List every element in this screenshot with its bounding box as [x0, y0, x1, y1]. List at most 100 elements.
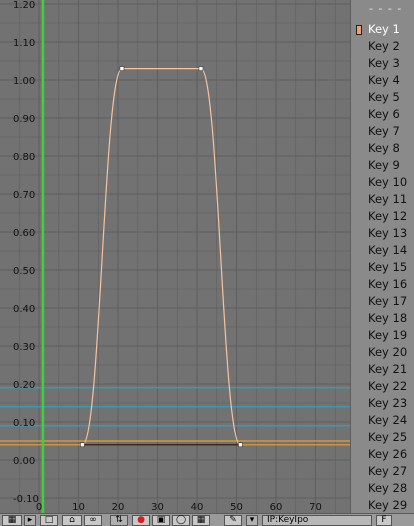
y-tick-label: 1.20 [13, 0, 35, 11]
home-icon[interactable]: ⌂ [62, 515, 82, 526]
key-item[interactable]: Key 18 [351, 310, 414, 327]
key-label: Key 1 [368, 22, 400, 36]
key-label: Key 7 [368, 124, 400, 138]
editor-type-button[interactable]: ▦ [2, 515, 22, 526]
key-item[interactable]: Key 7 [351, 123, 414, 140]
x-tick-label: 30 [151, 502, 164, 513]
key-item[interactable]: Key 2 [351, 38, 414, 55]
x-tick-label: 70 [309, 502, 322, 513]
key-item[interactable]: Key 1 [351, 21, 414, 38]
x-tick-label: 10 [72, 502, 85, 513]
y-tick-label: 0.70 [13, 190, 35, 201]
key-item[interactable]: Key 8 [351, 140, 414, 157]
key-label: Key 16 [368, 277, 408, 291]
key-item[interactable]: Key 17 [351, 293, 414, 310]
key-label: Key 2 [368, 39, 400, 53]
key-item[interactable]: Key 24 [351, 412, 414, 429]
key-item[interactable]: Key 5 [351, 89, 414, 106]
y-tick-label: 0.10 [13, 418, 35, 429]
curve-vertex[interactable] [119, 66, 125, 71]
key-label: Key 29 [368, 498, 408, 512]
key-item[interactable]: Key 14 [351, 242, 414, 259]
shape-key-list: - - - - Key 1 Key 2 Key 3 Key 4 Key 5 Key 6 Ke… [350, 0, 414, 513]
fake-user-button[interactable]: F [376, 515, 392, 526]
curve-plot[interactable]: 1.20 1.10 1.00 0.90 0.80 0.70 0.60 0.50 0.40 0.30… [0, 0, 350, 513]
key-item[interactable]: Key 4 [351, 72, 414, 89]
key-item[interactable]: Key 28 [351, 480, 414, 497]
key-color-swatch [356, 25, 362, 35]
key-item[interactable]: Key 6 [351, 106, 414, 123]
y-tick-label: 0.80 [13, 152, 35, 163]
y-tick-label: 0.50 [13, 266, 35, 277]
x-tick-label: 60 [270, 502, 283, 513]
key-item[interactable]: Key 27 [351, 463, 414, 480]
view-menu-button[interactable]: □ [40, 515, 58, 526]
record-icon[interactable]: ● [132, 515, 150, 526]
key-label: Key 26 [368, 447, 408, 461]
paste-icon[interactable]: ▦ [192, 515, 210, 526]
key-item[interactable]: Key 26 [351, 446, 414, 463]
key-label: Key 22 [368, 379, 408, 393]
key-label: Key 21 [368, 362, 408, 376]
key-label: Key 28 [368, 481, 408, 495]
key-label: Key 10 [368, 175, 408, 189]
key-label: Key 17 [368, 294, 408, 308]
key-item[interactable]: Key 19 [351, 327, 414, 344]
key-label: Key 5 [368, 90, 400, 104]
key-item[interactable]: Key 15 [351, 259, 414, 276]
key-item[interactable]: Key 20 [351, 344, 414, 361]
key-label: Key 6 [368, 107, 400, 121]
key-label: Key 15 [368, 260, 408, 274]
key-label: Key 18 [368, 311, 408, 325]
key-label: Key 25 [368, 430, 408, 444]
key-label: Key 9 [368, 158, 400, 172]
curve-vertex[interactable] [80, 442, 85, 448]
key-item[interactable]: Key 11 [351, 191, 414, 208]
key-label: Key 11 [368, 192, 408, 206]
key-label: Key 20 [368, 345, 408, 359]
y-tick-label: 0.00 [13, 456, 35, 467]
key-item[interactable]: Key 23 [351, 395, 414, 412]
key-item[interactable]: Key 21 [351, 361, 414, 378]
ipo-datablock-field[interactable]: IP:KeyIpo [262, 515, 372, 526]
x-tick-label: 40 [191, 502, 204, 513]
ipo-type-dropdown-icon[interactable]: ▾ [246, 515, 258, 526]
x-tick-label: 20 [112, 502, 125, 513]
y-tick-label: 0.20 [13, 380, 35, 391]
curve-vertex[interactable] [198, 66, 204, 71]
copy-icon[interactable]: ◯ [172, 515, 190, 526]
y-tick-label: 0.30 [13, 342, 35, 353]
key-label: Key 23 [368, 396, 408, 410]
key-item[interactable]: Key 3 [351, 55, 414, 72]
key-item[interactable]: Key 25 [351, 429, 414, 446]
curve-vertex[interactable] [238, 442, 243, 448]
key-label: Key 19 [368, 328, 408, 342]
y-tick-label: 0.40 [13, 304, 35, 315]
key-label: Key 27 [368, 464, 408, 478]
y-tick-label: 0.60 [13, 228, 35, 239]
ipo-editor: 1.20 1.10 1.00 0.90 0.80 0.70 0.60 0.50 0.40 0.30… [0, 0, 414, 526]
key-item[interactable]: Key 22 [351, 378, 414, 395]
menu-collapse-button[interactable]: ▸ [24, 515, 36, 526]
key-label: Key 12 [368, 209, 408, 223]
x-tick-label: 0 [36, 502, 42, 513]
key-item[interactable]: Key 12 [351, 208, 414, 225]
key-label: Key 4 [368, 73, 400, 87]
key-item[interactable]: Key 29 [351, 497, 414, 513]
key-label: Key 24 [368, 413, 408, 427]
lock-icon[interactable]: ▣ [152, 515, 170, 526]
y-tick-label: 1.00 [13, 76, 35, 87]
key-item[interactable]: Key 9 [351, 157, 414, 174]
curve-handle-icon[interactable]: ⇅ [110, 515, 128, 526]
x-tick-label: 50 [230, 502, 243, 513]
pin-icon[interactable]: ✎ [224, 515, 242, 526]
key-label: Key 3 [368, 56, 400, 70]
key-item[interactable]: Key 13 [351, 225, 414, 242]
key-label: Key 13 [368, 226, 408, 240]
ipo-header-toolbar: ▦ ▸ □ ⌂ ∞ ⇅ ● ▣ ◯ ▦ ✎ ▾ IP:KeyIpo F [0, 513, 414, 526]
key-item[interactable]: Key 10 [351, 174, 414, 191]
key-icon[interactable]: ∞ [84, 515, 102, 526]
y-tick-label: 1.10 [13, 38, 35, 49]
ipo-curve-graph[interactable]: 1.20 1.10 1.00 0.90 0.80 0.70 0.60 0.50 0.40 0.30… [0, 0, 350, 513]
key-item[interactable]: Key 16 [351, 276, 414, 293]
